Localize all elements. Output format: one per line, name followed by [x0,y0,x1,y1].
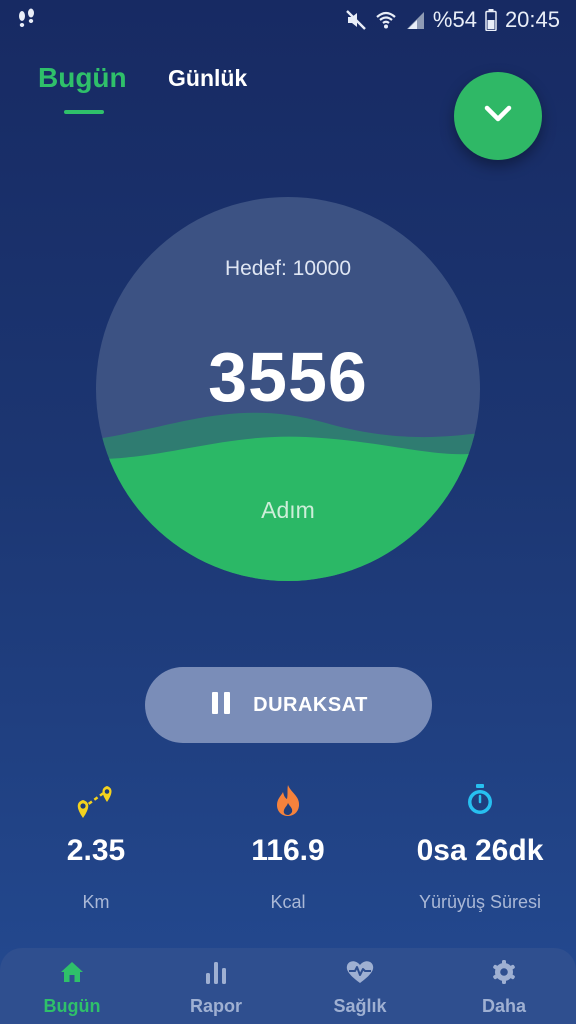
pause-label: DURAKSAT [253,693,368,716]
nav-health[interactable]: Sağlık [288,958,432,1017]
signal-icon [405,10,425,30]
duration-stat: 0sa 26dk Yürüyüş Süresi [384,780,576,913]
chevron-down-icon [478,94,518,139]
step-count: 3556 [208,338,368,416]
calories-label: Kcal [270,892,306,912]
distance-label: Km [82,892,110,912]
battery-percent: %54 [432,7,477,32]
bar-chart-icon [144,958,288,986]
footsteps-icon [14,8,38,32]
mute-icon [345,9,367,31]
pause-icon [209,691,233,720]
duration-label: Yürüyüş Süresi [418,892,542,912]
nav-today[interactable]: Bugün [0,958,144,1017]
duration-value: 0sa 26dk [416,834,544,867]
stopwatch-icon [384,780,576,820]
tab-today[interactable]: Bugün [38,62,127,94]
nav-report-label: Rapor [189,996,242,1016]
tab-daily[interactable]: Günlük [168,65,247,92]
gear-icon [432,958,576,986]
distance-stat: 2.35 Km [0,780,192,913]
heart-pulse-icon [288,958,432,986]
active-tab-indicator [64,110,104,114]
clock: 20:45 [504,7,560,32]
nav-health-label: Sağlık [333,996,387,1016]
calories-stat: 116.9 Kcal [192,780,384,913]
flame-icon [192,780,384,820]
distance-value: 2.35 [66,834,126,867]
status-bar: %54 20:45 [0,0,576,40]
nav-today-label: Bugün [43,996,101,1016]
nav-report[interactable]: Rapor [144,958,288,1017]
battery-icon [485,9,497,31]
nav-more-label: Daha [481,996,526,1016]
calories-value: 116.9 [251,834,325,867]
nav-more[interactable]: Daha [432,958,576,1017]
expand-button[interactable] [454,72,542,160]
step-unit: Adım [261,497,315,523]
wifi-icon [375,9,397,31]
route-icon [0,780,192,820]
goal-text: Hedef: 10000 [224,257,352,280]
step-progress-circle: Hedef: 10000 3556 Adım [96,197,480,581]
home-icon [0,958,144,986]
pause-button[interactable]: DURAKSAT [145,667,432,743]
bottom-navigation: Bugün Rapor Sağlık Daha [0,948,576,1024]
